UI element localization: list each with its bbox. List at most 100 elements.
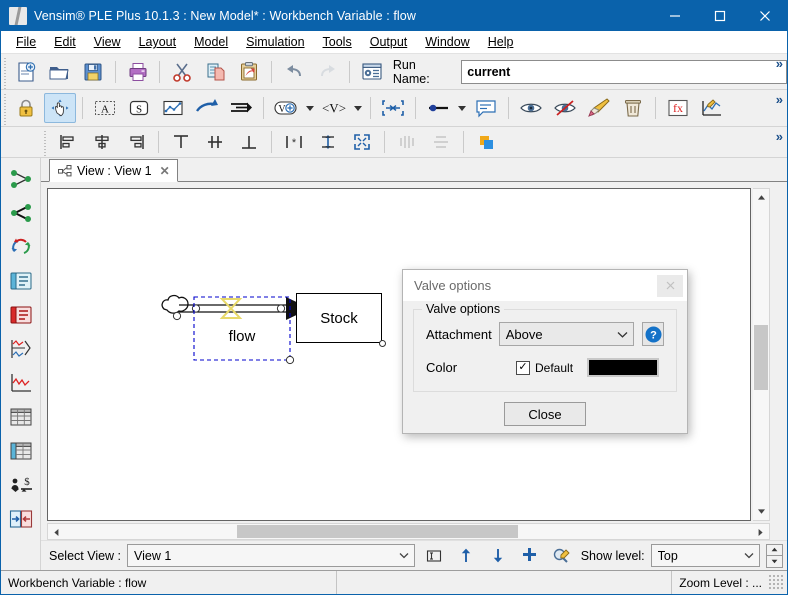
menu-window[interactable]: Window — [416, 32, 478, 52]
menu-model[interactable]: Model — [185, 32, 237, 52]
variable-dropdown-arrow-icon[interactable] — [351, 94, 365, 122]
paste-icon[interactable] — [234, 57, 266, 87]
center-horizontal-icon[interactable] — [391, 127, 423, 157]
horizontal-scroll-thumb[interactable] — [236, 525, 519, 538]
spinner-up-button[interactable] — [766, 543, 783, 556]
scroll-down-button[interactable] — [753, 503, 770, 520]
vertical-scrollbar[interactable] — [753, 188, 770, 521]
align-toolbar-overflow[interactable]: » — [776, 129, 783, 144]
center-vertical-icon[interactable] — [425, 127, 457, 157]
new-model-icon[interactable] — [10, 57, 42, 87]
menu-file[interactable]: File — [7, 32, 45, 52]
menu-simulation[interactable]: Simulation — [237, 32, 313, 52]
redo-icon[interactable] — [312, 57, 344, 87]
toolbar-grip[interactable] — [1, 90, 9, 126]
move-view-down-icon[interactable] — [485, 544, 511, 568]
save-icon[interactable] — [77, 57, 109, 87]
sketch-toolbar-overflow[interactable]: » — [776, 92, 783, 107]
align-top-icon[interactable] — [165, 127, 197, 157]
stock-resize-handle[interactable] — [379, 340, 386, 347]
loops-icon[interactable] — [4, 230, 38, 264]
toolbar-grip[interactable] — [41, 127, 49, 157]
comment-icon[interactable] — [470, 93, 502, 123]
sketch-analysis-icon[interactable] — [696, 93, 728, 123]
attachment-dropdown[interactable]: Above — [498, 322, 634, 346]
menu-view[interactable]: View — [85, 32, 130, 52]
chevron-down-icon[interactable] — [611, 331, 633, 338]
open-model-icon[interactable] — [44, 57, 76, 87]
table-icon[interactable] — [4, 400, 38, 434]
print-icon[interactable] — [122, 57, 154, 87]
resize-grip-icon[interactable] — [769, 574, 785, 591]
chevron-down-icon[interactable] — [739, 552, 759, 559]
paint-icon[interactable] — [583, 93, 615, 123]
close-button[interactable] — [742, 1, 787, 31]
merge-icon[interactable] — [377, 93, 409, 123]
align-right-icon[interactable] — [120, 127, 152, 157]
rate-flow-icon[interactable] — [225, 93, 257, 123]
rename-view-icon[interactable] — [421, 544, 447, 568]
menu-output[interactable]: Output — [361, 32, 417, 52]
tab-view-1[interactable]: View : View 1 ✕ — [49, 159, 178, 182]
hide-show-icon[interactable] — [515, 93, 547, 123]
distribute-horizontal-icon[interactable]: * — [278, 127, 310, 157]
reference-mode-icon[interactable] — [422, 93, 454, 123]
stock-box[interactable]: Stock — [296, 293, 382, 343]
undo-icon[interactable] — [278, 57, 310, 87]
move-view-up-icon[interactable] — [453, 544, 479, 568]
close-icon[interactable]: ✕ — [157, 164, 170, 178]
graph-icon[interactable] — [157, 93, 189, 123]
move-select-icon[interactable] — [44, 93, 76, 123]
horizontal-scroll-track[interactable] — [65, 524, 752, 539]
color-swatch[interactable] — [587, 358, 660, 377]
table-time-down-icon[interactable] — [4, 434, 38, 468]
reference-mode-dropdown-arrow-icon[interactable] — [455, 94, 469, 122]
main-toolbar-overflow[interactable]: » — [776, 56, 783, 71]
select-view-dropdown[interactable]: View 1 — [127, 544, 416, 567]
scroll-left-button[interactable] — [48, 524, 65, 541]
spinner-down-button[interactable] — [766, 555, 783, 568]
align-center-vertical-icon[interactable] — [86, 127, 118, 157]
align-left-icon[interactable] — [52, 127, 84, 157]
export-import-icon[interactable] — [4, 502, 38, 536]
horizontal-scrollbar[interactable] — [47, 523, 770, 540]
dialog-close-button[interactable]: Close — [504, 402, 586, 426]
uses-tree-icon[interactable] — [4, 196, 38, 230]
copy-icon[interactable] — [200, 57, 232, 87]
scroll-right-button[interactable] — [752, 524, 769, 541]
toolbar-grip[interactable] — [1, 54, 9, 89]
chevron-down-icon[interactable] — [394, 552, 414, 559]
shadow-variable-icon[interactable]: S — [123, 93, 155, 123]
arrow-icon[interactable] — [191, 93, 223, 123]
menu-help[interactable]: Help — [479, 32, 523, 52]
vertical-scroll-track[interactable] — [753, 206, 769, 503]
default-color-checkbox-wrap[interactable]: ✓ Default — [516, 360, 573, 375]
text-tool-icon[interactable]: A — [89, 93, 121, 123]
scroll-up-button[interactable] — [753, 189, 770, 206]
causes-tree-icon[interactable] — [4, 162, 38, 196]
menu-edit[interactable]: Edit — [45, 32, 85, 52]
document-icon[interactable] — [4, 264, 38, 298]
help-button[interactable]: ? — [642, 322, 664, 346]
maximize-button[interactable] — [697, 1, 742, 31]
hidden-icon[interactable] — [549, 93, 581, 123]
align-bottom-icon[interactable] — [233, 127, 265, 157]
runs-compare-icon[interactable] — [4, 366, 38, 400]
delete-icon[interactable] — [617, 93, 649, 123]
default-color-checkbox[interactable]: ✓ — [516, 360, 530, 375]
cut-icon[interactable] — [166, 57, 198, 87]
minimize-button[interactable] — [652, 1, 697, 31]
control-panel-icon[interactable] — [356, 57, 388, 87]
size-to-fit-icon[interactable] — [346, 127, 378, 157]
causes-strip-icon[interactable] — [4, 298, 38, 332]
bring-to-front-icon[interactable] — [470, 127, 502, 157]
graph-strip-icon[interactable] — [4, 332, 38, 366]
menu-layout[interactable]: Layout — [130, 32, 186, 52]
add-view-icon[interactable] — [517, 544, 543, 568]
align-middle-icon[interactable] — [199, 127, 231, 157]
lock-icon[interactable] — [10, 93, 42, 123]
distribute-vertical-icon[interactable] — [312, 127, 344, 157]
menu-tools[interactable]: Tools — [314, 32, 361, 52]
show-level-dropdown[interactable]: Top — [650, 544, 761, 567]
show-level-spinner[interactable] — [766, 543, 783, 568]
